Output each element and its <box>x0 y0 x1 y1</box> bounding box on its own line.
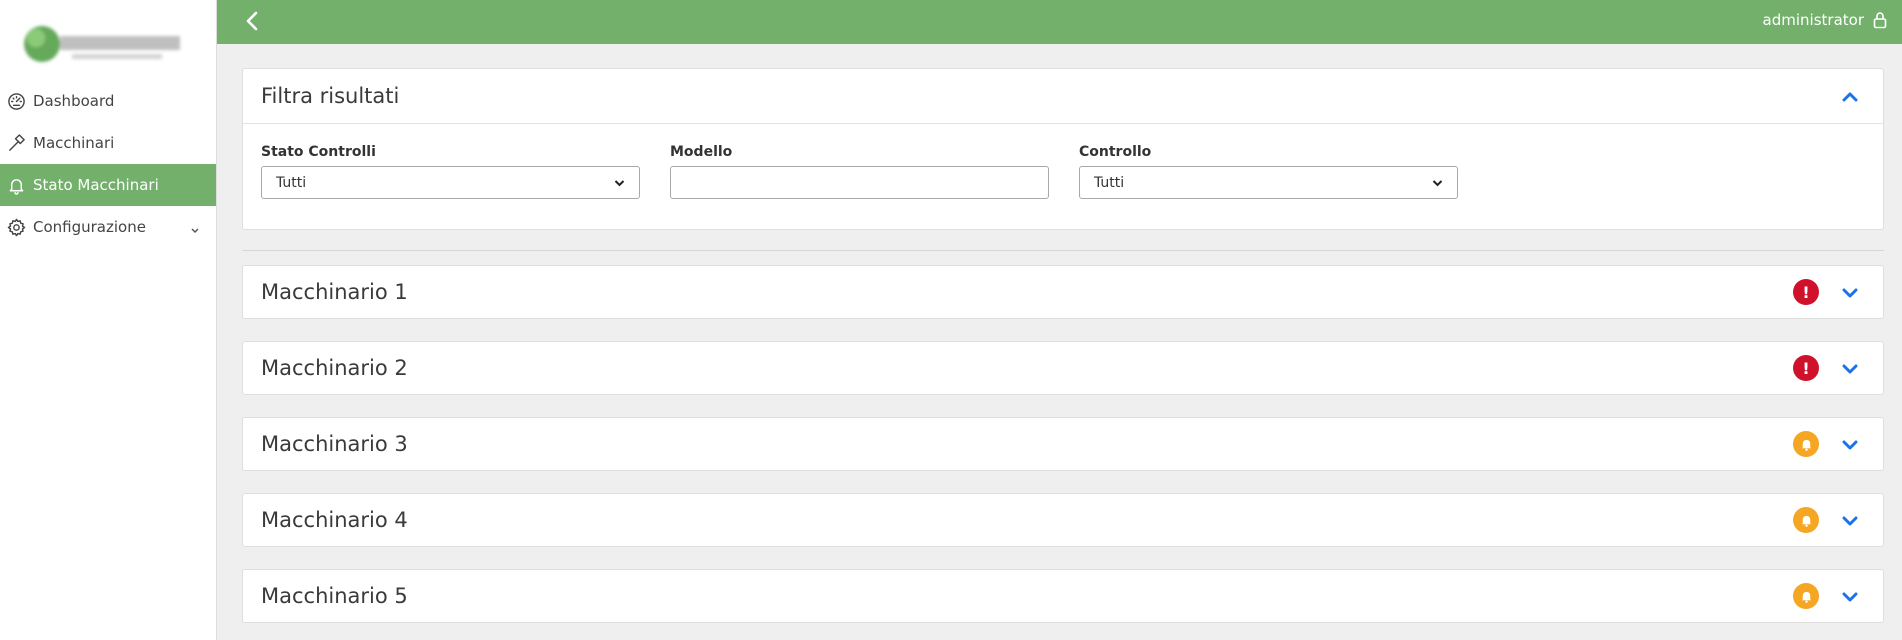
sidebar-item-label: Configurazione <box>33 218 146 236</box>
chevron-down-icon <box>1842 592 1858 601</box>
main-content: Filtra risultati Stato Controlli Tutti M… <box>242 68 1884 640</box>
chevron-down-icon <box>614 175 625 191</box>
machine-panel-3[interactable]: Macchinario 3 <box>242 417 1884 471</box>
sidebar-nav: Dashboard Macchinari Stato Macchinari Co… <box>0 80 216 248</box>
stato-controlli-label: Stato Controlli <box>261 144 376 160</box>
sidebar-item-dashboard[interactable]: Dashboard <box>0 80 216 122</box>
topbar: administrator <box>217 0 1902 44</box>
chevron-down-icon <box>1842 440 1858 449</box>
machine-panel-4[interactable]: Macchinario 4 <box>242 493 1884 547</box>
chevron-down-icon <box>1432 175 1443 191</box>
chevron-down-icon <box>1842 364 1858 373</box>
machine-title: Macchinario 2 <box>261 356 408 380</box>
controllo-field: Controllo Tutti <box>1079 144 1458 199</box>
stato-controlli-field: Stato Controlli Tutti <box>261 144 640 199</box>
hammer-icon <box>6 133 26 153</box>
sidebar-item-label: Dashboard <box>33 92 115 110</box>
speedometer-icon <box>6 91 26 111</box>
collapse-filter-button[interactable] <box>1835 81 1865 111</box>
machine-panel-1[interactable]: Macchinario 1 ! <box>242 265 1884 319</box>
controllo-select[interactable]: Tutti <box>1079 166 1458 199</box>
expand-button[interactable] <box>1835 581 1865 611</box>
lock-icon <box>1872 11 1888 29</box>
expand-button[interactable] <box>1835 353 1865 383</box>
sidebar-item-macchinari[interactable]: Macchinari <box>0 122 216 164</box>
chevron-down-icon <box>1842 288 1858 297</box>
filter-panel: Filtra risultati Stato Controlli Tutti M… <box>242 68 1884 230</box>
machine-panel-2[interactable]: Macchinario 2 ! <box>242 341 1884 395</box>
machine-title: Macchinario 3 <box>261 432 408 456</box>
chevron-down-icon <box>190 221 200 234</box>
controllo-value: Tutti <box>1094 174 1125 191</box>
bell-icon <box>6 175 26 195</box>
user-menu[interactable]: administrator <box>1763 11 1888 29</box>
company-logo <box>12 14 192 74</box>
machine-title: Macchinario 5 <box>261 584 408 608</box>
bell-warning-icon <box>1793 507 1819 533</box>
chevron-up-icon <box>1842 92 1858 101</box>
filter-panel-header: Filtra risultati <box>243 69 1883 124</box>
filter-panel-title: Filtra risultati <box>261 84 400 108</box>
chevron-down-icon <box>1842 516 1858 525</box>
modello-field: Modello <box>670 144 1049 199</box>
expand-button[interactable] <box>1835 277 1865 307</box>
machine-title: Macchinario 4 <box>261 508 408 532</box>
chevron-left-icon <box>246 11 258 31</box>
sidebar-item-label: Macchinari <box>33 134 115 152</box>
stato-controlli-select[interactable]: Tutti <box>261 166 640 199</box>
bell-warning-icon <box>1793 583 1819 609</box>
bell-warning-icon <box>1793 431 1819 457</box>
machine-title: Macchinario 1 <box>261 280 408 304</box>
username-label: administrator <box>1762 11 1864 29</box>
divider <box>242 250 1884 251</box>
machine-panel-5[interactable]: Macchinario 5 <box>242 569 1884 623</box>
expand-button[interactable] <box>1835 429 1865 459</box>
sidebar: Dashboard Macchinari Stato Macchinari Co… <box>0 0 217 640</box>
expand-button[interactable] <box>1835 505 1865 535</box>
gear-icon <box>6 217 26 237</box>
stato-controlli-value: Tutti <box>276 174 307 191</box>
filter-fields: Stato Controlli Tutti Modello Controllo … <box>243 124 1883 199</box>
sidebar-item-stato-macchinari[interactable]: Stato Macchinari <box>0 164 216 206</box>
modello-label: Modello <box>670 144 733 160</box>
modello-input[interactable] <box>670 166 1049 199</box>
sidebar-item-configurazione[interactable]: Configurazione <box>0 206 216 248</box>
error-status-icon: ! <box>1793 279 1819 305</box>
sidebar-item-label: Stato Macchinari <box>33 176 159 194</box>
error-status-icon: ! <box>1793 355 1819 381</box>
back-button[interactable] <box>237 6 267 36</box>
controllo-label: Controllo <box>1079 144 1152 160</box>
